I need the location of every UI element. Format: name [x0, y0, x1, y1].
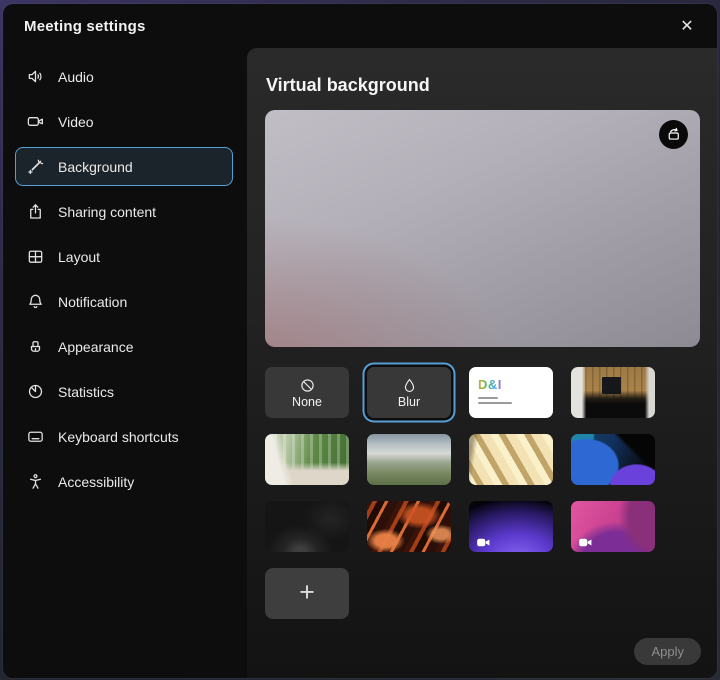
dni-logo-text: D&I: [478, 377, 502, 392]
flip-camera-button[interactable]: [659, 120, 688, 149]
dialog-content: Audio Video Background Sharing content: [3, 48, 717, 678]
bg-tile-lava[interactable]: [367, 501, 451, 552]
sidebar-item-label: Background: [58, 159, 133, 175]
apply-button[interactable]: Apply: [634, 638, 701, 665]
sidebar-item-label: Statistics: [58, 384, 114, 400]
sidebar-item-sharing-content[interactable]: Sharing content: [15, 192, 233, 231]
video-camera-icon: [26, 112, 45, 131]
video-camera-badge-icon: [476, 535, 491, 546]
bg-tile-none[interactable]: None: [265, 367, 349, 418]
paintbrush-icon: [26, 337, 45, 356]
sidebar-item-label: Video: [58, 114, 94, 130]
sidebar-item-appearance[interactable]: Appearance: [15, 327, 233, 366]
accessibility-icon: [26, 472, 45, 491]
keyboard-icon: [26, 427, 45, 446]
bg-tile-blur[interactable]: Blur: [367, 367, 451, 418]
layout-grid-icon: [26, 247, 45, 266]
sidebar-item-layout[interactable]: Layout: [15, 237, 233, 276]
flip-camera-icon: [665, 126, 682, 143]
bg-tile-dni-logo[interactable]: D&I: [469, 367, 553, 418]
bg-tile-office[interactable]: [571, 367, 655, 418]
bell-icon: [26, 292, 45, 311]
sidebar-item-label: Notification: [58, 294, 127, 310]
sidebar-item-audio[interactable]: Audio: [15, 57, 233, 96]
bg-tile-blurred-mountains[interactable]: [367, 434, 451, 485]
bg-tile-purple-glow-video[interactable]: [469, 501, 553, 552]
virtual-background-panel: Virtual background None: [247, 48, 717, 678]
blur-droplet-icon: [401, 377, 418, 395]
background-grid: None Blur D&I: [265, 367, 700, 619]
sidebar-item-video[interactable]: Video: [15, 102, 233, 141]
bg-tile-living-room[interactable]: [265, 434, 349, 485]
bg-tile-abstract-blue-purple[interactable]: [571, 434, 655, 485]
settings-sidebar: Audio Video Background Sharing content: [3, 48, 247, 678]
bg-tile-pink-waves-video[interactable]: [571, 501, 655, 552]
sidebar-item-notification[interactable]: Notification: [15, 282, 233, 321]
dni-tagline-line: [478, 402, 512, 404]
dialog-title: Meeting settings: [24, 18, 146, 35]
none-icon: [299, 377, 316, 395]
magic-wand-icon: [26, 157, 45, 176]
share-icon: [26, 202, 45, 221]
tile-label: Blur: [398, 395, 420, 409]
bg-tile-dark-swirl[interactable]: [265, 501, 349, 552]
sidebar-item-label: Accessibility: [58, 474, 134, 490]
plus-icon: +: [299, 579, 315, 606]
camera-preview: [265, 110, 700, 347]
sidebar-item-accessibility[interactable]: Accessibility: [15, 462, 233, 501]
dni-logo: D&I: [478, 376, 512, 404]
sidebar-item-keyboard-shortcuts[interactable]: Keyboard shortcuts: [15, 417, 233, 456]
sidebar-item-label: Keyboard shortcuts: [58, 429, 179, 445]
sidebar-item-label: Appearance: [58, 339, 134, 355]
sidebar-item-label: Sharing content: [58, 204, 156, 220]
tile-label: None: [292, 395, 322, 409]
bg-tile-window-light[interactable]: [469, 434, 553, 485]
close-icon[interactable]: ✕: [671, 10, 703, 42]
speaker-icon: [26, 67, 45, 86]
pie-chart-icon: [26, 382, 45, 401]
sidebar-item-background[interactable]: Background: [15, 147, 233, 186]
sidebar-item-statistics[interactable]: Statistics: [15, 372, 233, 411]
sidebar-item-label: Layout: [58, 249, 100, 265]
panel-title: Virtual background: [266, 75, 700, 96]
sidebar-item-label: Audio: [58, 69, 94, 85]
dni-tagline-line: [478, 397, 498, 399]
video-camera-badge-icon: [578, 535, 593, 546]
meeting-settings-dialog: Meeting settings ✕ Audio Video Bac: [3, 4, 717, 678]
apply-button-label: Apply: [651, 644, 684, 659]
titlebar: Meeting settings ✕: [3, 4, 717, 48]
add-background-button[interactable]: +: [265, 568, 349, 619]
